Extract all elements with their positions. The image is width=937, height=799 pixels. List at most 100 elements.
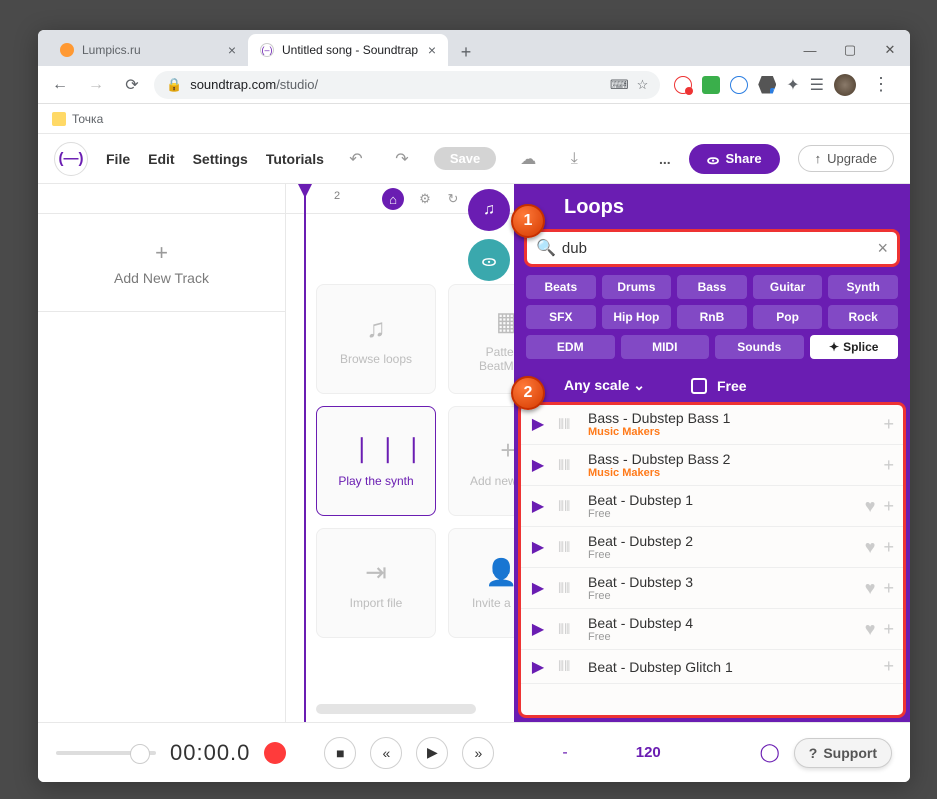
add-loop-icon[interactable]: + (883, 496, 894, 517)
more-menu[interactable]: ... (659, 151, 671, 167)
add-loop-icon[interactable]: + (883, 619, 894, 640)
browser-tab-1[interactable]: (–) Untitled song - Soundtrap × (248, 34, 448, 66)
loops-tag[interactable]: MIDI (621, 335, 710, 359)
volume-slider[interactable] (56, 751, 156, 755)
window-close-icon[interactable]: ✕ (870, 34, 910, 66)
play-icon[interactable]: ▶ (528, 619, 548, 639)
upgrade-button[interactable]: ↑ Upgrade (798, 145, 894, 172)
ext-icon[interactable] (730, 76, 748, 94)
stop-button[interactable]: ■ (324, 737, 356, 769)
action-card[interactable]: ♫Browse loops (316, 284, 436, 394)
download-icon[interactable]: ⤓ (560, 145, 588, 173)
heart-icon[interactable]: ♥ (865, 578, 876, 599)
loop-result-row[interactable]: ▶⦀⦀Beat - Dubstep Glitch 1+ (520, 650, 904, 684)
play-icon[interactable]: ▶ (528, 578, 548, 598)
app-logo[interactable]: (—) (54, 142, 88, 176)
new-tab-button[interactable]: + (452, 38, 480, 66)
play-icon[interactable]: ▶ (528, 657, 548, 677)
browser-menu-icon[interactable]: ⋮ (866, 74, 896, 95)
heart-icon[interactable]: ♥ (865, 537, 876, 558)
window-minimize-icon[interactable]: — (790, 34, 830, 66)
forward-button[interactable]: » (462, 737, 494, 769)
loops-search-input[interactable] (562, 240, 878, 257)
extensions-icon[interactable]: ✦ (786, 75, 799, 95)
bookmark-star-icon[interactable]: ☆ (637, 77, 649, 93)
loop-result-row[interactable]: ▶⦀⦀Beat - Dubstep 2Free♥+ (520, 527, 904, 568)
window-maximize-icon[interactable]: ▢ (830, 34, 870, 66)
support-button[interactable]: ? Support (794, 738, 892, 768)
rewind-button[interactable]: « (370, 737, 402, 769)
play-icon[interactable]: ▶ (528, 455, 548, 475)
add-loop-icon[interactable]: + (883, 656, 894, 677)
settings-gear-icon[interactable]: ⚙ (414, 188, 436, 210)
ext-icon[interactable]: 1 (758, 76, 776, 94)
profile-avatar[interactable] (834, 74, 856, 96)
heart-icon[interactable]: ♥ (865, 619, 876, 640)
loops-tag[interactable]: ✦Splice (810, 335, 899, 359)
play-button[interactable]: ▶ (416, 737, 448, 769)
collab-fab[interactable]: ᯣ (468, 239, 510, 281)
loops-tag[interactable]: Rock (828, 305, 898, 329)
tab-close-icon[interactable]: × (228, 42, 236, 58)
loops-tag[interactable]: Synth (828, 275, 898, 299)
bpm-display[interactable]: 120 (636, 744, 661, 761)
add-loop-icon[interactable]: + (883, 537, 894, 558)
add-loop-icon[interactable]: + (883, 414, 894, 435)
loops-tag[interactable]: Sounds (715, 335, 804, 359)
loops-fab[interactable]: ♫ (468, 189, 510, 231)
action-card[interactable]: ⎹⎹⎹Play the synth (316, 406, 436, 516)
loops-tag[interactable]: RnB (677, 305, 747, 329)
loop-result-row[interactable]: ▶⦀⦀Bass - Dubstep Bass 1Music Makers+ (520, 404, 904, 445)
nav-reload-icon[interactable]: ⟳ (118, 71, 146, 99)
loops-tag[interactable]: Hip Hop (602, 305, 672, 329)
key-display[interactable]: - (562, 744, 567, 762)
undo-icon[interactable]: ↶ (342, 145, 370, 173)
menu-tutorials[interactable]: Tutorials (266, 151, 324, 167)
reading-list-icon[interactable]: ☰ (810, 75, 824, 95)
action-card[interactable]: ⇥Import file (316, 528, 436, 638)
save-button[interactable]: Save (434, 147, 496, 170)
play-icon[interactable]: ▶ (528, 496, 548, 516)
clear-search-icon[interactable]: × (877, 238, 888, 259)
translate-icon[interactable]: ⌨ (610, 77, 629, 93)
mixer-icon[interactable]: ◯ (760, 742, 780, 763)
loop-icon[interactable]: ↻ (442, 188, 464, 210)
filter-free-checkbox[interactable] (691, 378, 707, 394)
loop-result-row[interactable]: ▶⦀⦀Bass - Dubstep Bass 2Music Makers+ (520, 445, 904, 486)
share-button[interactable]: ᯣ Share (689, 144, 780, 174)
ext-icon[interactable] (674, 76, 692, 94)
play-icon[interactable]: ▶ (528, 537, 548, 557)
add-track-button[interactable]: + Add New Track (38, 214, 285, 312)
playhead[interactable] (304, 184, 306, 722)
loops-tag[interactable]: Guitar (753, 275, 823, 299)
loops-tag[interactable]: Bass (677, 275, 747, 299)
heart-icon[interactable]: ♥ (865, 496, 876, 517)
metronome-icon[interactable]: ⌂ (382, 188, 404, 210)
nav-forward-icon[interactable]: → (82, 71, 110, 99)
url-field[interactable]: 🔒 soundtrap.com/studio/ ⌨ ☆ (154, 71, 660, 99)
record-button[interactable] (264, 742, 286, 764)
menu-settings[interactable]: Settings (193, 151, 248, 167)
loops-tag[interactable]: Beats (526, 275, 596, 299)
tab-close-icon[interactable]: × (428, 42, 436, 58)
loops-tag[interactable]: EDM (526, 335, 615, 359)
loops-tag[interactable]: SFX (526, 305, 596, 329)
loop-result-row[interactable]: ▶⦀⦀Beat - Dubstep 1Free♥+ (520, 486, 904, 527)
cloud-icon[interactable]: ☁ (514, 145, 542, 173)
ext-icon[interactable] (702, 76, 720, 94)
redo-icon[interactable]: ↷ (388, 145, 416, 173)
bookmark-item[interactable]: Точка (72, 112, 103, 126)
menu-file[interactable]: File (106, 151, 130, 167)
loop-result-row[interactable]: ▶⦀⦀Beat - Dubstep 3Free♥+ (520, 568, 904, 609)
loop-result-row[interactable]: ▶⦀⦀Beat - Dubstep 4Free♥+ (520, 609, 904, 650)
nav-back-icon[interactable]: ← (46, 71, 74, 99)
menu-edit[interactable]: Edit (148, 151, 174, 167)
add-loop-icon[interactable]: + (883, 578, 894, 599)
loops-tag[interactable]: Pop (753, 305, 823, 329)
play-icon[interactable]: ▶ (528, 414, 548, 434)
browser-tab-0[interactable]: Lumpics.ru × (48, 34, 248, 66)
add-loop-icon[interactable]: + (883, 455, 894, 476)
loops-tag[interactable]: Drums (602, 275, 672, 299)
loop-actions: ♥+ (865, 537, 894, 558)
filter-scale[interactable]: Any scale ⌄ (564, 377, 645, 394)
